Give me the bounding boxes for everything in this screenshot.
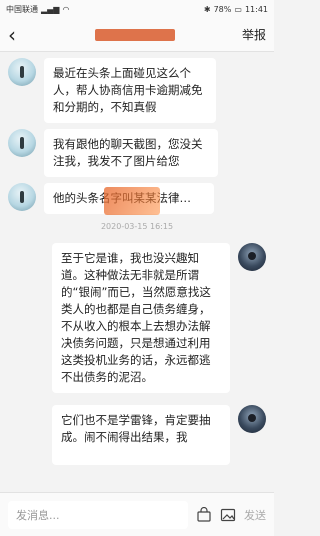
carrier-label: 中国联通 bbox=[6, 4, 38, 14]
avatar[interactable] bbox=[238, 243, 266, 271]
send-button[interactable]: 发送 bbox=[244, 507, 266, 523]
message-bubble: 它们也不是学雷锋，肯定要抽成。闹不闹得出结果，我 bbox=[52, 405, 230, 465]
message-bubble: 他的头条名字叫某某法律… bbox=[44, 183, 214, 215]
message-list[interactable]: 最近在头条上面碰见这么个人，帮人协商信用卡逾期减免和分期的，不知真假 我有跟他的… bbox=[0, 52, 274, 492]
battery-icon: ▭ bbox=[234, 4, 242, 14]
avatar[interactable] bbox=[8, 129, 36, 157]
message-row: 我有跟他的聊天截图，您没关注我，我发不了图片给您 bbox=[0, 129, 274, 177]
wifi-icon: ◠ bbox=[62, 4, 70, 14]
avatar[interactable] bbox=[8, 183, 36, 211]
nav-title bbox=[28, 28, 242, 41]
signal-icon: ▂▄▆ bbox=[41, 4, 60, 14]
status-bar: 中国联通 ▂▄▆ ◠ ✱ 78% ▭ 11:41 bbox=[0, 0, 274, 18]
message-bubble: 至于它是谁，我也没兴趣知道。这种做法无非就是所谓的“银闹”而已，当然愿意找这类人… bbox=[52, 243, 230, 393]
battery-percent: 78% bbox=[213, 4, 232, 14]
status-time: 11:41 bbox=[244, 4, 268, 14]
message-input[interactable]: 发消息... bbox=[8, 500, 188, 529]
message-row: 至于它是谁，我也没兴趣知道。这种做法无非就是所谓的“银闹”而已，当然愿意找这类人… bbox=[0, 243, 274, 393]
message-row: 最近在头条上面碰见这么个人，帮人协商信用卡逾期减免和分期的，不知真假 bbox=[0, 58, 274, 123]
message-row: 它们也不是学雷锋，肯定要抽成。闹不闹得出结果，我 bbox=[0, 405, 274, 465]
nav-bar: ‹ 举报 bbox=[0, 18, 274, 52]
redacted-username bbox=[94, 28, 175, 41]
avatar[interactable] bbox=[238, 405, 266, 433]
message-bubble: 我有跟他的聊天截图，您没关注我，我发不了图片给您 bbox=[44, 129, 218, 177]
message-bubble: 最近在头条上面碰见这么个人，帮人协商信用卡逾期减免和分期的，不知真假 bbox=[44, 58, 216, 123]
shop-bag-icon[interactable] bbox=[196, 506, 212, 523]
redaction-mark bbox=[104, 187, 160, 215]
avatar[interactable] bbox=[8, 58, 36, 86]
message-row: 他的头条名字叫某某法律… bbox=[0, 183, 274, 215]
image-icon[interactable] bbox=[220, 507, 236, 523]
back-button[interactable]: ‹ bbox=[8, 23, 28, 47]
composer-bar: 发消息... 发送 bbox=[0, 492, 274, 536]
report-button[interactable]: 举报 bbox=[242, 26, 266, 43]
bluetooth-icon: ✱ bbox=[203, 4, 211, 14]
message-timestamp: 2020-03-15 16:15 bbox=[100, 222, 174, 231]
